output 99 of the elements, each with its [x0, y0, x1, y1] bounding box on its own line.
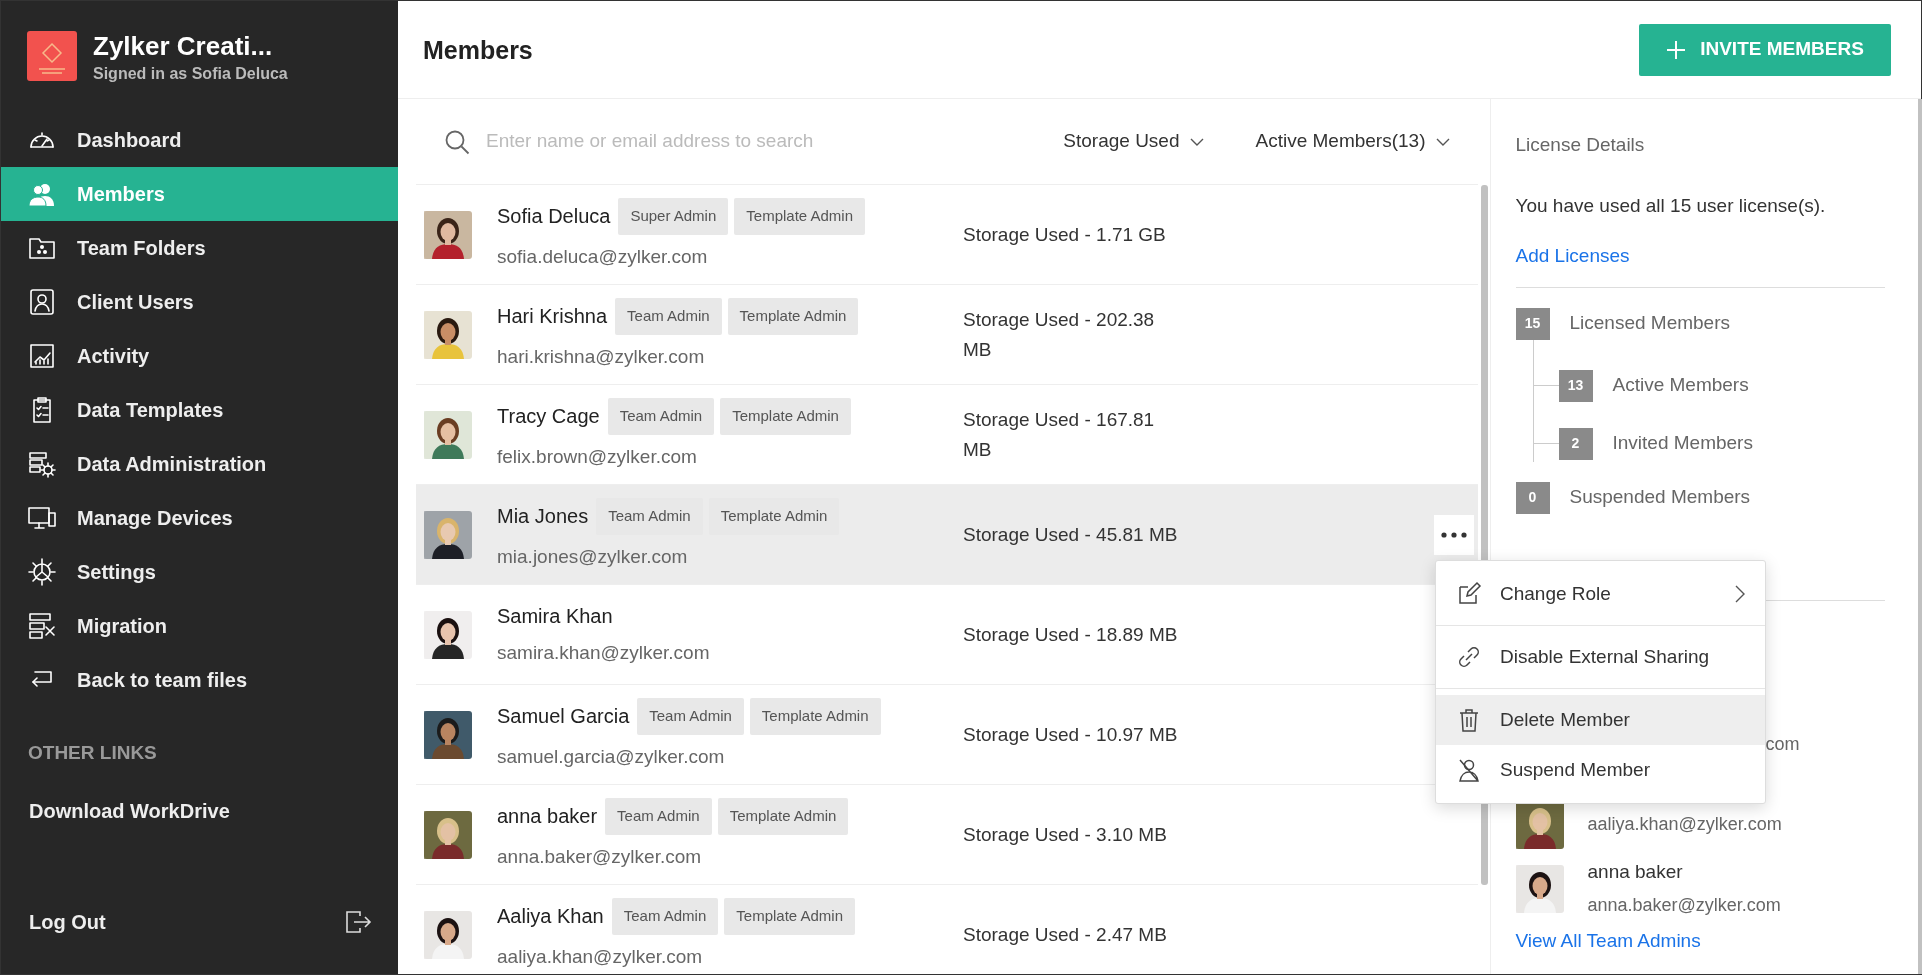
storage-text: Storage Used - 202.38 MB [963, 308, 1156, 362]
count-badge: 13 [1558, 369, 1593, 402]
logout-link[interactable]: Log Out [29, 907, 106, 937]
role-tag: Team Admin [637, 698, 744, 735]
member-email: hari.krishna@zylker.com [497, 344, 706, 369]
member-row[interactable]: Sofia Deluca Super Admin Template Admin sofia.deluca@zylker.com Storage Used - 1.71 GB [416, 185, 1478, 285]
sidebar-item[interactable]: Dashboard [1, 113, 398, 167]
role-tag: Template Admin [720, 398, 851, 435]
menu-item[interactable]: Disable External Sharing [1436, 632, 1765, 682]
member-row[interactable]: Hari Krishna Team Admin Template Admin hari.krishna@zylker.com Storage Used - 202.38 MB [416, 285, 1478, 385]
chevron-right-icon [1735, 585, 1745, 603]
storage-text: Storage Used - 1.71 GB [963, 222, 1167, 247]
page-title: Members [423, 34, 533, 65]
role-tag: Template Admin [724, 898, 856, 935]
user-slash-icon [1456, 757, 1482, 783]
role-tag: Team Admin [607, 398, 715, 435]
storage-text: Storage Used - 10.97 MB [963, 722, 1179, 747]
sidebar-item[interactable]: Data Administration [1, 437, 398, 491]
member-row[interactable]: anna baker Team Admin Template Admin anna.baker@zylker.com Storage Used - 3.10 MB [416, 785, 1478, 885]
member-email: mia.jones@zylker.com [497, 544, 689, 569]
edit-icon [1456, 581, 1482, 607]
logout-icon[interactable] [344, 909, 372, 935]
admin-email: com [1765, 733, 1800, 756]
member-row[interactable]: Tracy Cage Team Admin Template Admin felix.brown@zylker.com Storage Used - 167.81 MB [416, 385, 1478, 485]
role-tag: Template Admin [708, 498, 840, 535]
role-tag: Template Admin [717, 798, 849, 835]
storage-text: Storage Used - 167.81 MB [963, 408, 1156, 462]
chart-icon [27, 341, 57, 371]
storage-text: Storage Used - 18.89 MB [963, 622, 1179, 647]
storage-text: Storage Used - 2.47 MB [963, 922, 1168, 947]
settings-icon [27, 557, 57, 587]
sidebar-item[interactable]: Migration [1, 599, 398, 653]
chevron-down-icon [1435, 136, 1450, 147]
storage-text: Storage Used - 45.81 MB [963, 522, 1179, 547]
count-label: Invited Members [1612, 431, 1753, 456]
logo-icon [27, 31, 77, 81]
member-name: Samira Khan [497, 604, 613, 630]
sidebar-item[interactable]: Settings [1, 545, 398, 599]
member-email: felix.brown@zylker.com [497, 444, 698, 469]
menu-item[interactable]: Change Role [1436, 569, 1765, 619]
sidebar-item[interactable]: Team Folders [1, 221, 398, 275]
more-options-button[interactable] [1433, 514, 1474, 555]
filter-dropdown[interactable]: Storage Used [1057, 126, 1210, 157]
member-name: Aaliya Khan [497, 904, 604, 930]
sidebar-item[interactable]: Activity [1, 329, 398, 383]
role-tag: Team Admin [615, 298, 722, 335]
migration-icon [27, 611, 57, 641]
role-tag: Template Admin [749, 698, 881, 735]
count-label: Suspended Members [1569, 485, 1751, 510]
role-tag: Team Admin [596, 498, 703, 535]
member-name: Sofia Deluca [497, 204, 611, 230]
member-row[interactable]: Aaliya Khan Team Admin Template Admin aaliya.khan@zylker.com Storage Used - 2.47 MB [416, 885, 1478, 975]
member-email: samira.khan@zylker.com [497, 641, 711, 666]
admin-name: anna baker [1587, 859, 1684, 884]
role-tag: Template Admin [727, 298, 859, 335]
storage-text: Storage Used - 3.10 MB [963, 822, 1168, 847]
role-tag: Template Admin [734, 198, 866, 235]
count-badge: 15 [1515, 307, 1550, 340]
member-name: Hari Krishna [497, 304, 608, 330]
role-tag: Team Admin [611, 898, 719, 935]
sidebar-item[interactable]: Manage Devices [1, 491, 398, 545]
sidebar-link[interactable]: Download WorkDrive [1, 767, 398, 826]
admin-email: aaliya.khan@zylker.com [1587, 813, 1782, 836]
member-email: anna.baker@zylker.com [497, 844, 703, 869]
link-icon [1456, 644, 1482, 670]
sidebar-item[interactable]: Client Users [1, 275, 398, 329]
sidebar-item[interactable]: Back to team files [1, 653, 398, 707]
user-icon [27, 287, 57, 317]
member-row[interactable]: Mia Jones Team Admin Template Admin mia.jones@zylker.com Storage Used - 45.81 MB [416, 485, 1478, 585]
gear-list-icon [27, 449, 57, 479]
admin-email: anna.baker@zylker.com [1587, 894, 1781, 918]
member-email: sofia.deluca@zylker.com [497, 244, 709, 269]
count-label: Active Members [1612, 373, 1749, 398]
role-tag: Super Admin [618, 198, 729, 235]
member-email: samuel.garcia@zylker.com [497, 744, 726, 769]
view-all-link[interactable]: View All Team Admins [1515, 926, 1701, 955]
search-icon [444, 128, 470, 155]
role-tag: Team Admin [605, 798, 712, 835]
menu-item[interactable]: Delete Member [1436, 695, 1765, 745]
member-name: Samuel Garcia [497, 704, 630, 730]
chevron-down-icon [1189, 136, 1204, 147]
plus-icon [1666, 39, 1687, 60]
member-name: Tracy Cage [497, 404, 600, 430]
menu-item[interactable]: Suspend Member [1436, 745, 1765, 795]
add-licenses-link[interactable]: Add Licenses [1515, 242, 1630, 271]
org-name: Zylker Creati... [93, 31, 274, 63]
member-email: aaliya.khan@zylker.com [497, 944, 704, 969]
section-heading: OTHER LINKS [27, 741, 158, 765]
count-badge: 0 [1515, 481, 1550, 514]
signed-in-text: Signed in as Sofia Deluca [93, 64, 288, 85]
sidebar-item[interactable]: Data Templates [1, 383, 398, 437]
count-badge: 2 [1558, 427, 1593, 460]
member-name: Mia Jones [497, 504, 589, 530]
filter-dropdown[interactable]: Active Members(13) [1249, 126, 1456, 157]
panel-title: License Details [1515, 133, 1646, 157]
more-icon [1440, 531, 1467, 538]
license-usage-text: You have used all 15 user license(s). [1515, 193, 1827, 218]
count-label: Licensed Members [1569, 311, 1731, 336]
member-name: anna baker [497, 804, 598, 830]
